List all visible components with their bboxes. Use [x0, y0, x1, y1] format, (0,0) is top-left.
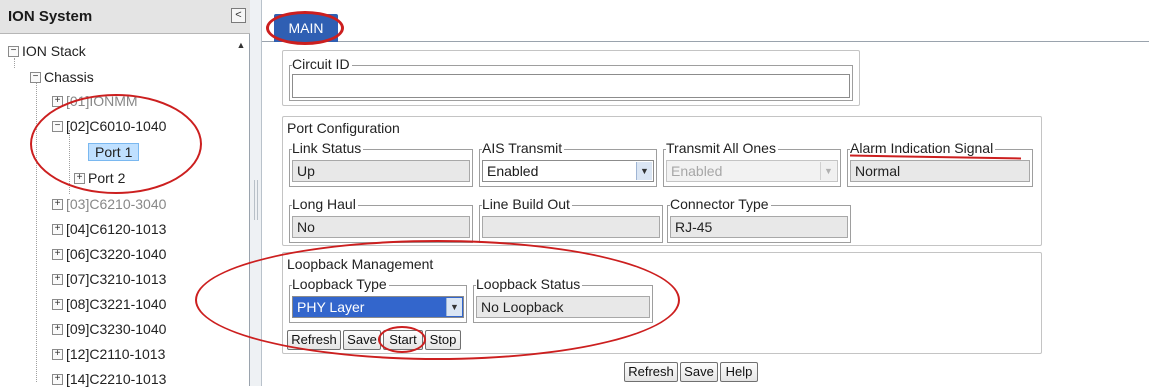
- scroll-up-arrow-icon[interactable]: ▲: [234, 38, 248, 52]
- ais-transmit-value: Enabled: [487, 163, 539, 179]
- connector-type-group: Connector Type RJ-45: [667, 196, 851, 243]
- tree-node-c6120[interactable]: + [04]C6120-1013: [52, 218, 166, 240]
- collapse-icon[interactable]: −: [30, 71, 41, 83]
- annotation-ellipse-start: [378, 326, 426, 353]
- alarm-indication-value: Normal: [850, 160, 1030, 182]
- circuit-id-input[interactable]: [292, 74, 850, 98]
- line-build-out-value: [482, 216, 660, 238]
- tree-title: ION System: [0, 0, 250, 34]
- link-status-group: Link Status Up: [289, 140, 473, 187]
- port-configuration-section: Port Configuration Link Status Up AIS Tr…: [282, 116, 1042, 246]
- tree-node-c2110[interactable]: + [12]C2110-1013: [52, 343, 165, 365]
- refresh-button[interactable]: Refresh: [624, 362, 678, 382]
- expand-icon[interactable]: +: [52, 223, 63, 235]
- ais-transmit-select[interactable]: Enabled ▼: [482, 160, 654, 182]
- connector-type-value: RJ-45: [670, 216, 848, 238]
- line-build-out-label: Line Build Out: [482, 196, 572, 212]
- circuit-id-label: Circuit ID: [292, 56, 352, 72]
- link-status-value: Up: [292, 160, 470, 182]
- link-status-label: Link Status: [292, 140, 364, 156]
- long-haul-label: Long Haul: [292, 196, 358, 212]
- line-build-out-group: Line Build Out: [479, 196, 663, 243]
- alarm-indication-label: Alarm Indication Signal: [850, 140, 996, 156]
- chevron-down-icon: ▼: [820, 162, 836, 180]
- collapse-panel-button[interactable]: <: [231, 8, 246, 23]
- tree-node-c3230[interactable]: + [09]C3230-1040: [52, 318, 166, 340]
- transmit-all-ones-value: Enabled: [671, 163, 723, 179]
- tree-node-ion-stack[interactable]: − ION Stack: [8, 40, 86, 62]
- expand-icon[interactable]: +: [52, 198, 63, 210]
- expand-icon[interactable]: +: [52, 273, 63, 285]
- expand-icon[interactable]: +: [52, 348, 63, 360]
- circuit-id-section: Circuit ID: [282, 50, 860, 106]
- expand-icon[interactable]: +: [52, 248, 63, 260]
- annotation-ellipse-tab: [266, 11, 344, 45]
- collapse-icon[interactable]: −: [8, 45, 19, 57]
- expand-icon[interactable]: +: [52, 298, 63, 310]
- splitter-grip-icon: [254, 180, 258, 220]
- annotation-ellipse-loopback: [195, 240, 680, 360]
- tree-node-chassis[interactable]: − Chassis: [30, 66, 94, 88]
- chevron-down-icon[interactable]: ▼: [636, 162, 652, 180]
- tree-node-c3210[interactable]: + [07]C3210-1013: [52, 268, 166, 290]
- tree-node-c6210[interactable]: + [03]C6210-3040: [52, 193, 166, 215]
- tree-node-c2210[interactable]: + [14]C2210-1013: [52, 368, 166, 390]
- help-button[interactable]: Help: [720, 362, 758, 382]
- ais-transmit-label: AIS Transmit: [482, 140, 565, 156]
- expand-icon[interactable]: +: [52, 373, 63, 385]
- tab-bar: MAIN: [262, 0, 1149, 42]
- expand-icon[interactable]: +: [52, 323, 63, 335]
- tree-node-c3220[interactable]: + [06]C3220-1040: [52, 243, 166, 265]
- connector-type-label: Connector Type: [670, 196, 771, 212]
- ais-transmit-group: AIS Transmit Enabled ▼: [479, 140, 657, 187]
- long-haul-group: Long Haul No: [289, 196, 473, 243]
- transmit-all-ones-select: Enabled ▼: [666, 160, 838, 182]
- circuit-id-group: Circuit ID: [289, 56, 853, 101]
- transmit-all-ones-group: Transmit All Ones Enabled ▼: [663, 140, 841, 187]
- tree-node-c3221[interactable]: + [08]C3221-1040: [52, 293, 166, 315]
- long-haul-value: No: [292, 216, 470, 238]
- port-configuration-legend: Port Configuration: [287, 120, 402, 136]
- transmit-all-ones-label: Transmit All Ones: [666, 140, 778, 156]
- save-button[interactable]: Save: [680, 362, 718, 382]
- annotation-ellipse-tree: [30, 94, 202, 194]
